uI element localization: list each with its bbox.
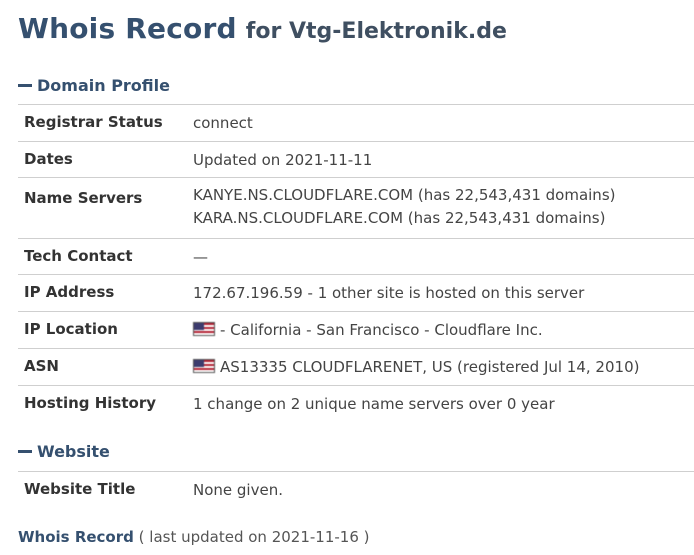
section-title-website: Website — [37, 441, 110, 461]
ip-location-text: - California - San Francisco - Cloudflar… — [220, 321, 543, 339]
row-value: Updated on 2021-11-11 — [193, 151, 373, 169]
row-key: Registrar Status — [24, 113, 163, 131]
row-value: AS13335 CLOUDFLARENET, US (registered Ju… — [193, 357, 639, 377]
table-row-registrar-status: Registrar Status connect — [18, 105, 694, 142]
table-row-ip-location: IP Location - California - San Francisco… — [18, 312, 694, 349]
row-value: — — [193, 248, 208, 266]
table-row-ip-address: IP Address 172.67.196.59 - 1 other site … — [18, 275, 694, 312]
row-key: IP Address — [24, 283, 115, 301]
whois-record-link[interactable]: Whois Record — [18, 528, 134, 546]
table-row-hosting-history: Hosting History 1 change on 2 unique nam… — [18, 386, 694, 423]
section-toggle-website[interactable]: Website — [18, 440, 110, 462]
name-server-1[interactable]: KANYE.NS.CLOUDFLARE.COM (has 22,543,431 … — [193, 184, 615, 207]
us-flag-icon — [193, 359, 215, 373]
row-key: Dates — [24, 150, 73, 168]
row-key: Name Servers — [24, 189, 143, 207]
collapse-icon — [18, 83, 32, 87]
name-server-2[interactable]: KARA.NS.CLOUDFLARE.COM (has 22,543,431 d… — [193, 207, 615, 230]
row-value: KANYE.NS.CLOUDFLARE.COM (has 22,543,431 … — [193, 184, 615, 230]
row-key: Tech Contact — [24, 247, 133, 265]
row-key: IP Location — [24, 320, 118, 338]
table-row-website-title: Website Title None given. — [18, 472, 694, 508]
row-value: - California - San Francisco - Cloudflar… — [193, 320, 543, 340]
footer: Whois Record ( last updated on 2021-11-1… — [18, 528, 370, 546]
row-value[interactable]: 1 change on 2 unique name servers over 0… — [193, 394, 555, 414]
row-key: ASN — [24, 357, 59, 375]
collapse-icon — [18, 449, 32, 453]
website-table: Website Title None given. — [18, 471, 694, 508]
page-title: Whois Record for Vtg-Elektronik.de — [18, 12, 507, 45]
table-row-tech-contact: Tech Contact — — [18, 239, 694, 275]
section-title-domain-profile: Domain Profile — [37, 75, 170, 95]
table-row-name-servers: Name Servers KANYE.NS.CLOUDFLARE.COM (ha… — [18, 178, 694, 239]
row-value: connect — [193, 114, 253, 132]
asn-text: AS13335 CLOUDFLARENET, US (registered Ju… — [220, 358, 640, 376]
us-flag-icon — [193, 322, 215, 336]
page-title-main: Whois Record — [18, 12, 237, 45]
row-key: Hosting History — [24, 394, 157, 412]
last-updated-text: ( last updated on 2021-11-16 ) — [138, 528, 370, 546]
table-row-dates: Dates Updated on 2021-11-11 — [18, 142, 694, 178]
row-value[interactable]: 172.67.196.59 - 1 other site is hosted o… — [193, 283, 584, 303]
row-key: Website Title — [24, 480, 136, 498]
domain-profile-table: Registrar Status connect Dates Updated o… — [18, 104, 694, 423]
page-title-domain: for Vtg-Elektronik.de — [245, 19, 507, 44]
row-value: None given. — [193, 481, 283, 499]
table-row-asn: ASN AS13335 CLOUDFLARENET, US (registere… — [18, 349, 694, 386]
section-toggle-domain-profile[interactable]: Domain Profile — [18, 74, 170, 96]
